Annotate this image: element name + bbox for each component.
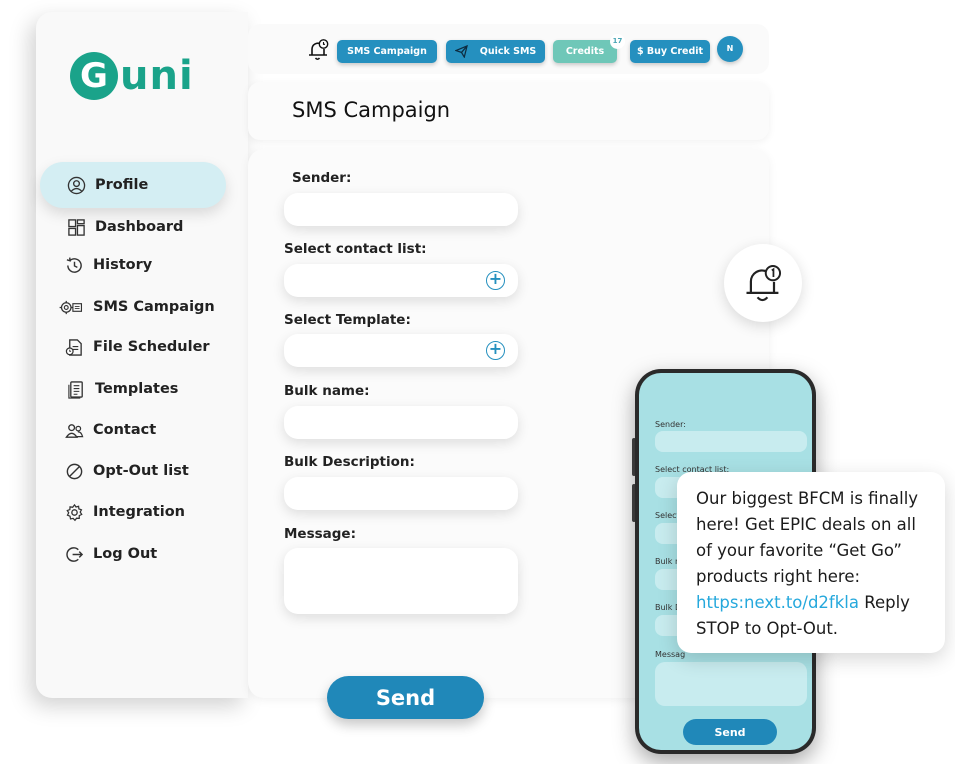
add-contact-list-icon[interactable]: + <box>486 271 505 290</box>
notification-bell-icon[interactable] <box>306 38 330 62</box>
sidebar-item-label: Opt-Out list <box>93 463 189 479</box>
phone-message-field <box>655 662 807 706</box>
sidebar-item-opt-out[interactable]: Opt-Out list <box>64 461 189 481</box>
sidebar-item-label: Integration <box>93 504 185 520</box>
phone-sender-label: Sender: <box>655 420 686 429</box>
credits-button[interactable]: Credits <box>553 40 617 63</box>
sidebar-item-templates[interactable]: Templates <box>66 379 178 399</box>
contact-list-select[interactable]: + <box>284 264 518 297</box>
floating-notification-bell[interactable] <box>724 244 802 322</box>
bulk-description-label: Bulk Description: <box>284 454 415 470</box>
credits-button-label: Credits <box>565 46 605 57</box>
guni-logo: G uni <box>70 52 194 100</box>
history-icon <box>64 255 84 275</box>
sidebar-item-label: Dashboard <box>95 219 184 235</box>
sender-label: Sender: <box>292 170 352 186</box>
contact-list-label: Select contact list: <box>284 241 427 257</box>
page-title: SMS Campaign <box>292 98 451 122</box>
add-template-icon[interactable]: + <box>486 341 505 360</box>
bulk-description-field[interactable] <box>284 477 518 510</box>
sidebar-item-sms-campaign[interactable]: SMS Campaign <box>58 297 215 317</box>
quick-sms-button[interactable]: Quick SMS <box>446 40 545 63</box>
bulk-name-field[interactable] <box>284 406 518 439</box>
message-link[interactable]: https:next.to/d2fkla <box>696 593 859 612</box>
sms-campaign-button[interactable]: SMS Campaign <box>337 40 437 63</box>
sidebar-item-integration[interactable]: Integration <box>64 502 185 522</box>
phone-message-label: Messag <box>655 650 686 659</box>
phone-send-button: Send <box>683 719 777 745</box>
sidebar-item-label: History <box>93 257 153 273</box>
avatar[interactable]: N <box>717 36 743 62</box>
campaign-gear-icon <box>58 297 84 317</box>
sidebar-item-file-scheduler[interactable]: File Scheduler <box>64 337 210 357</box>
sidebar-item-label: Contact <box>93 422 157 438</box>
send-button[interactable]: Send <box>327 676 484 719</box>
quick-sms-button-label: Quick SMS <box>479 46 537 57</box>
user-circle-icon <box>66 175 86 195</box>
phone-sender-field <box>655 431 807 452</box>
logo-letter: G <box>70 52 118 100</box>
sidebar-item-label: Log Out <box>93 546 158 562</box>
sidebar-item-logout[interactable]: Log Out <box>64 544 157 564</box>
logout-icon <box>64 544 84 564</box>
bell-alert-icon <box>746 264 782 302</box>
paper-plane-icon <box>454 45 468 58</box>
logo-text: uni <box>120 53 194 99</box>
message-text: Our biggest BFCM is finally here! Get EP… <box>696 489 919 586</box>
templates-icon <box>66 379 86 399</box>
sender-field[interactable] <box>284 193 518 226</box>
sidebar-item-contact[interactable]: Contact <box>64 420 156 440</box>
message-label: Message: <box>284 526 356 542</box>
buy-credit-button[interactable]: $ Buy Credit <box>630 40 710 63</box>
buy-credit-button-label: $ Buy Credit <box>636 46 704 57</box>
file-scheduler-icon <box>64 337 84 357</box>
sidebar-item-history[interactable]: History <box>64 255 152 275</box>
sidebar-item-label: Profile <box>95 177 149 193</box>
template-label: Select Template: <box>284 312 411 328</box>
block-icon <box>64 461 84 481</box>
sidebar-item-profile[interactable]: Profile <box>40 162 226 208</box>
gear-icon <box>64 502 84 522</box>
message-textarea[interactable] <box>284 548 518 614</box>
phone-template-label: Select <box>655 511 680 520</box>
credits-badge: 17 <box>610 34 625 49</box>
template-select[interactable]: + <box>284 334 518 367</box>
bulk-name-label: Bulk name: <box>284 383 370 399</box>
sidebar-item-dashboard[interactable]: Dashboard <box>66 217 183 237</box>
sidebar-item-label: Templates <box>95 381 179 397</box>
sms-message-bubble: Our biggest BFCM is finally here! Get EP… <box>677 472 945 653</box>
sidebar-item-label: SMS Campaign <box>93 299 215 315</box>
dashboard-grid-icon <box>66 217 86 237</box>
sms-campaign-button-label: SMS Campaign <box>347 46 427 57</box>
contacts-icon <box>64 420 84 440</box>
sidebar-item-label: File Scheduler <box>93 339 210 355</box>
